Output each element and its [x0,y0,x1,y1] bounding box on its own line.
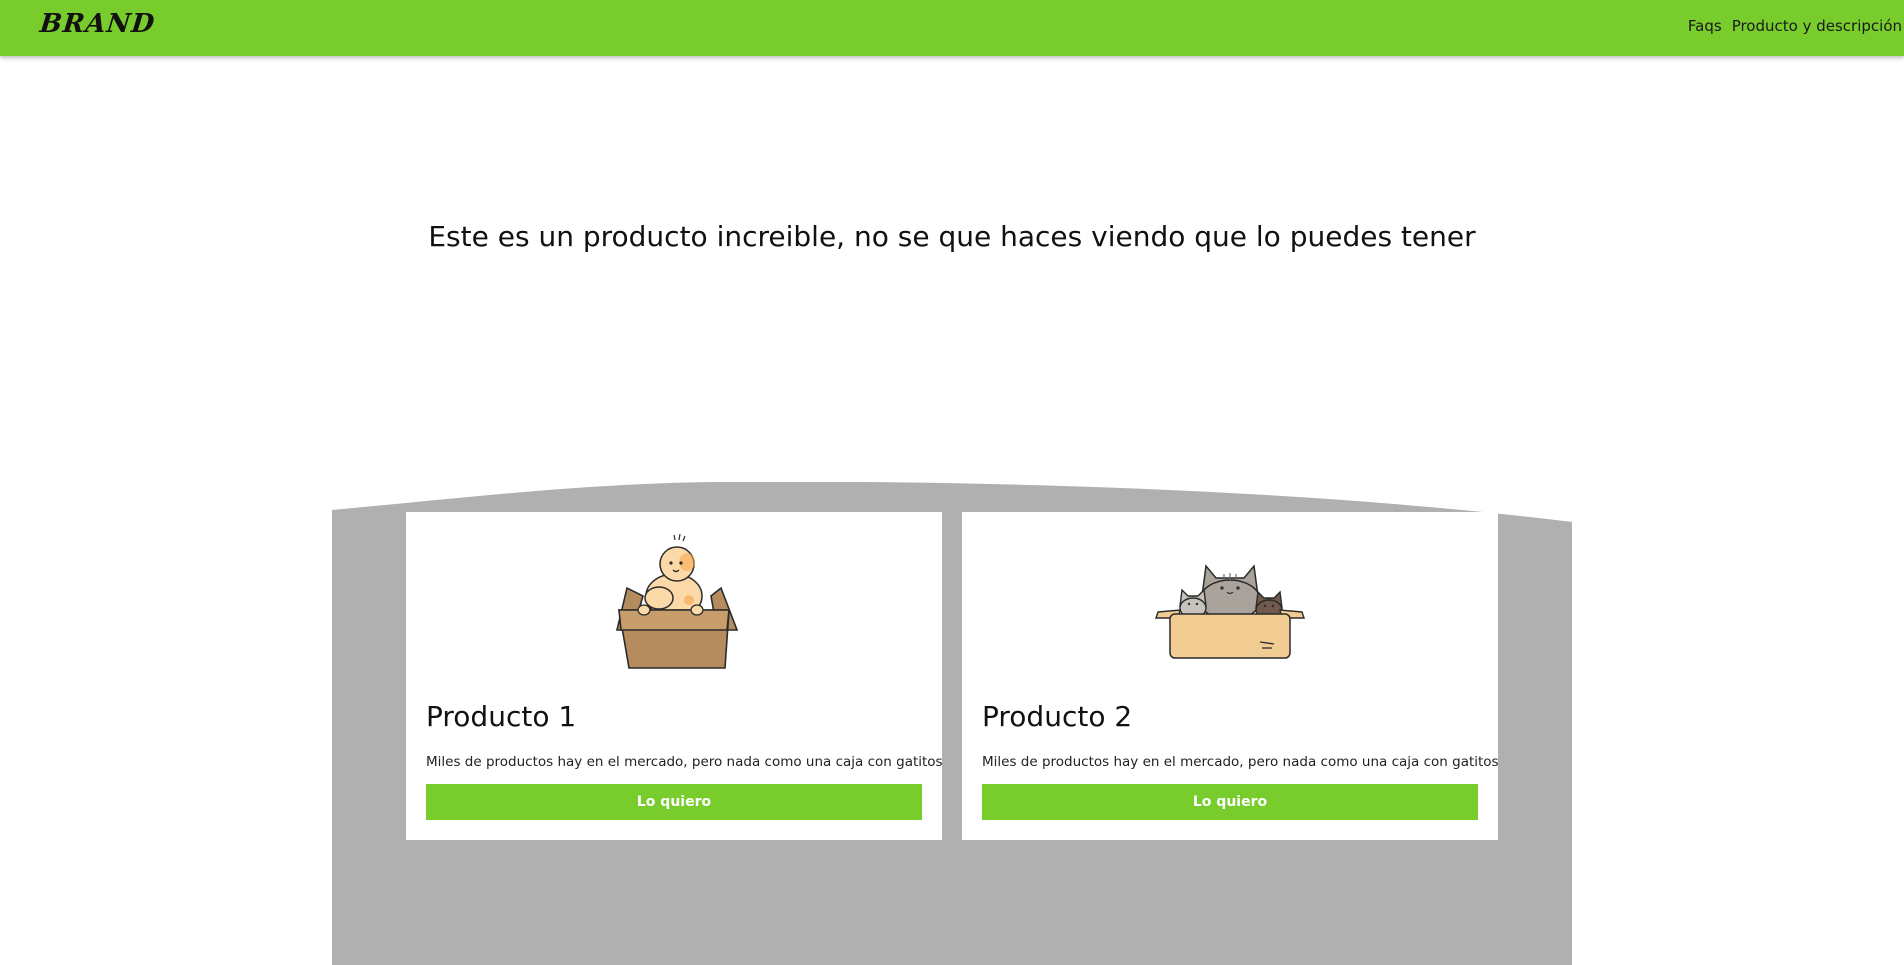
hero-title: Este es un producto increible, no se que… [428,220,1476,253]
nav-link-producto[interactable]: Producto y descripción [1732,17,1902,35]
product-image-2 [962,526,1498,676]
buy-button-1[interactable]: Lo quiero [426,784,922,820]
product-title-1: Producto 1 [426,700,577,733]
nav-link-faqs[interactable]: Faqs [1688,17,1722,35]
navbar: BRAND Faqs Producto y descripción [0,0,1904,56]
product-card-1: Producto 1 Miles de productos hay en el … [406,512,943,840]
baby-in-box-icon [615,533,739,669]
nav-links: Faqs Producto y descripción [1688,17,1902,35]
cats-in-box-icon [1155,564,1305,659]
buy-button-2[interactable]: Lo quiero [982,784,1478,820]
product-description-1: Miles de productos hay en el mercado, pe… [426,754,943,770]
product-card-2: Producto 2 Miles de productos hay en el … [962,512,1499,840]
product-description-2: Miles de productos hay en el mercado, pe… [982,754,1499,770]
product-image-1 [406,526,942,676]
product-title-2: Producto 2 [982,700,1133,733]
brand-logo[interactable]: BRAND [38,9,156,39]
